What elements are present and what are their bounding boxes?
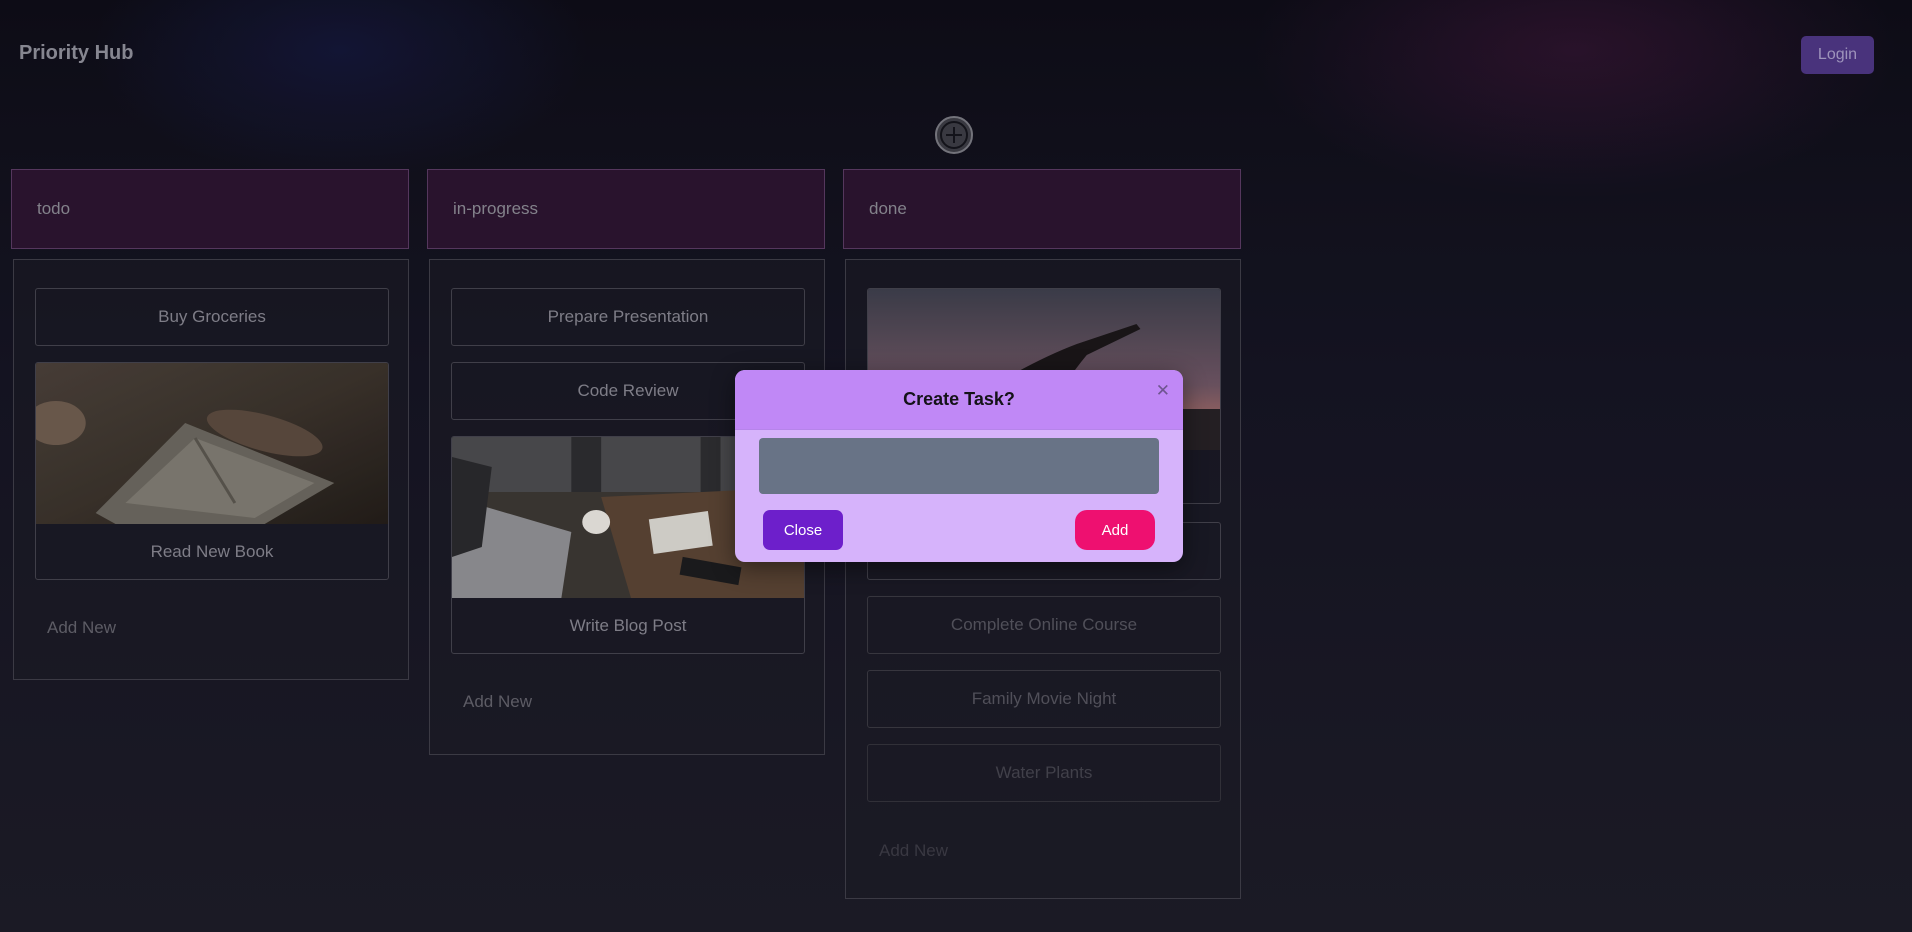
task-name-input[interactable] [759,438,1159,494]
create-task-modal: Create Task? ✕ Close Add [735,370,1183,562]
close-icon[interactable]: ✕ [1156,381,1170,401]
modal-title: Create Task? [903,389,1015,409]
add-button[interactable]: Add [1075,510,1155,550]
modal-header: Create Task? ✕ [735,370,1183,430]
close-button[interactable]: Close [763,510,843,550]
app-root: Priority Hub Login todo Buy Groceries Re… [0,0,1912,932]
